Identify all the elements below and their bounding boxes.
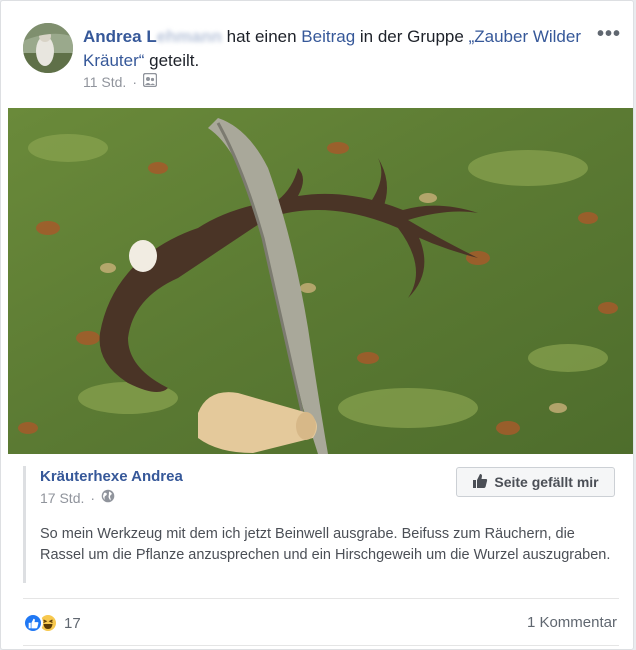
author-name-obscured: ehmann [156,27,222,46]
reaction-count: 17 [64,614,81,632]
post-headline: Andrea Lehmann hat einen Beitrag in der … [83,27,581,70]
like-page-button[interactable]: Seite gefällt mir [456,467,615,497]
author-name[interactable]: Andrea Lehmann [83,27,222,46]
post-card: Andrea Lehmann hat einen Beitrag in der … [0,0,634,650]
post-timestamp[interactable]: 11 Std. [83,74,126,90]
post-meta: 11 Std. · [83,72,158,90]
divider [23,598,619,599]
like-page-label: Seite gefällt mir [494,474,599,490]
post-photo[interactable] [8,108,633,454]
globe-icon [101,489,115,506]
post-header: Andrea Lehmann hat einen Beitrag in der … [23,23,623,93]
reactions-summary[interactable]: 17 [23,613,81,633]
group-icon [142,72,158,90]
shared-meta: 17 Std. · [40,489,115,506]
thumbs-up-icon [472,473,488,492]
shared-timestamp[interactable]: 17 Std. [40,490,84,506]
comments-count-link[interactable]: 1 Kommentar [527,614,617,631]
beitrag-link[interactable]: Beitrag [301,27,355,46]
shared-post: Kräuterhexe Andrea 17 Std. · Seite gefäl… [23,466,615,583]
shared-page-name[interactable]: Kräuterhexe Andrea [40,468,183,485]
shared-meta-separator: · [90,489,96,506]
bottom-divider [23,645,619,646]
author-avatar[interactable] [23,23,73,73]
like-icon [23,613,43,633]
shared-post-text: So mein Werkzeug mit dem ich jetzt Beinw… [40,526,611,563]
more-options-icon[interactable]: ••• [597,24,621,44]
meta-separator: · [132,73,137,90]
